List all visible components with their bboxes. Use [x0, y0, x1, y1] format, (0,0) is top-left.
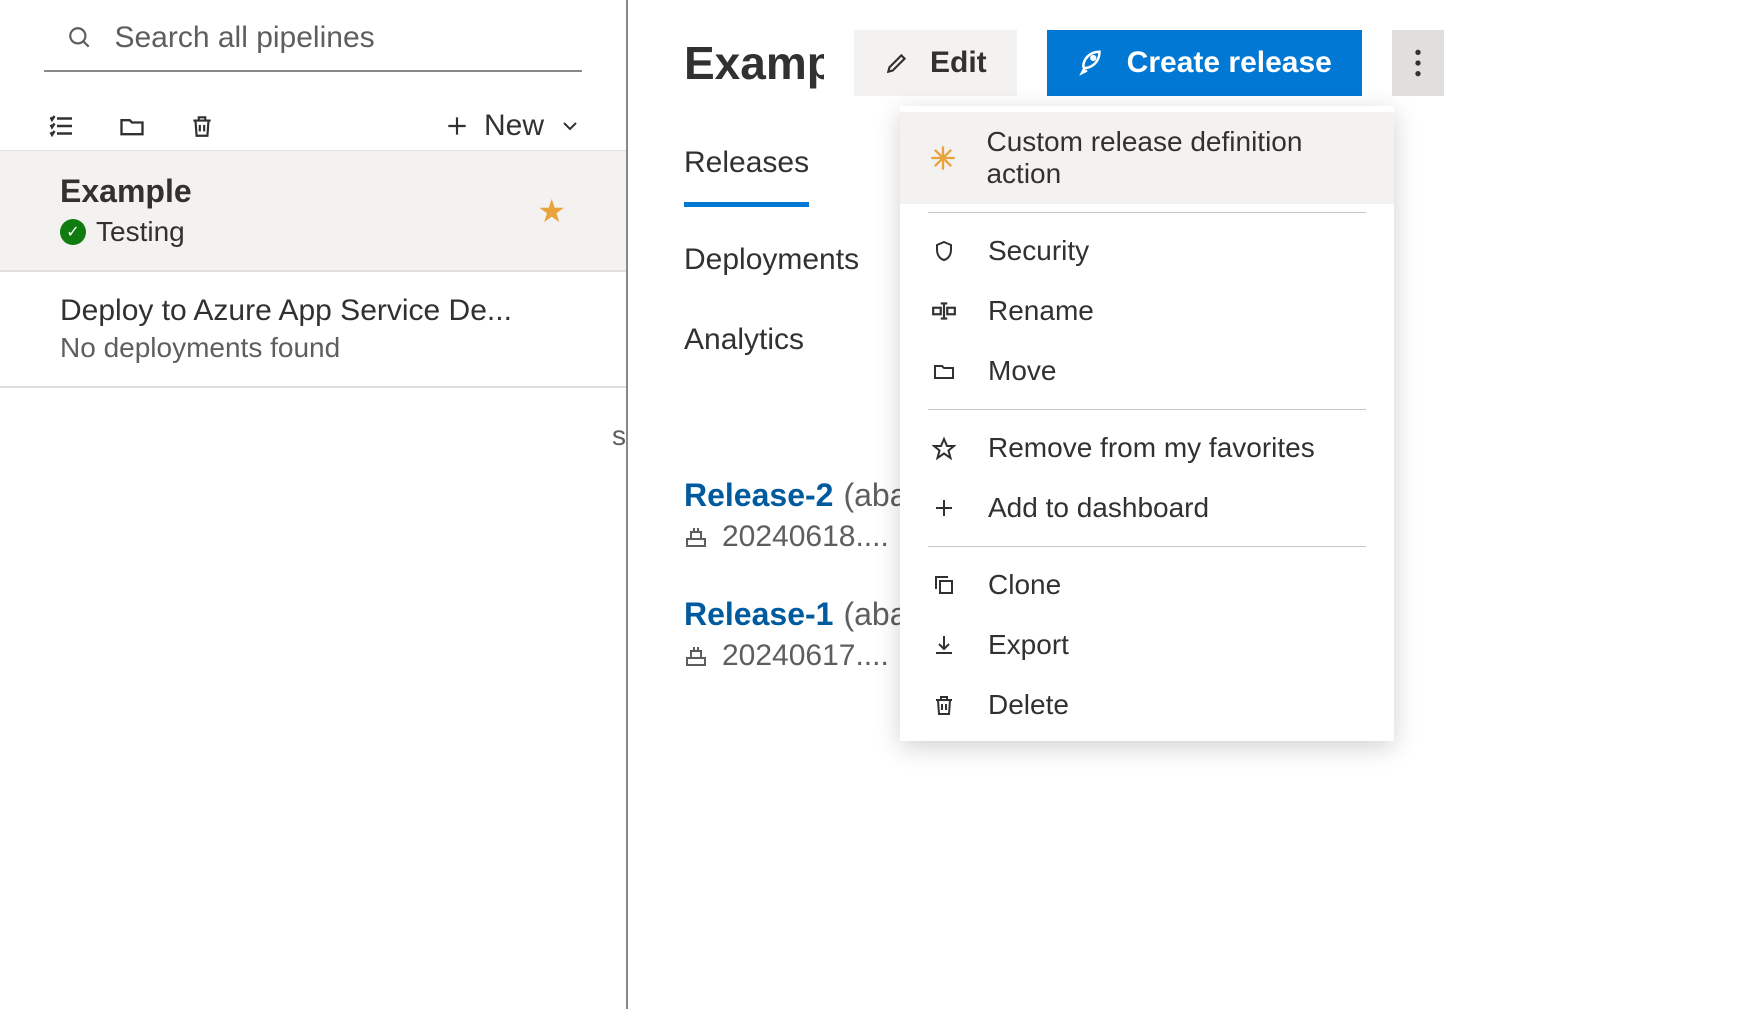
menu-label: Export [988, 629, 1069, 661]
pipeline-sub: No deployments found [60, 332, 582, 364]
pipeline-title: Example [60, 173, 582, 210]
clipped-text: s [612, 420, 626, 452]
pipeline-list: Example ✓ Testing ★ Deploy to Azure App … [0, 151, 626, 388]
menu-item-rename[interactable]: Rename [900, 281, 1394, 341]
menu-item-remove-favorite[interactable]: Remove from my favorites [900, 418, 1394, 478]
search-icon [64, 20, 96, 56]
star-icon [928, 436, 960, 460]
trash-icon[interactable] [184, 108, 220, 144]
menu-divider [928, 546, 1366, 547]
menu-divider [928, 409, 1366, 410]
menu-label: Clone [988, 569, 1061, 601]
pipeline-item-example[interactable]: Example ✓ Testing ★ [0, 151, 626, 272]
trash-icon [928, 693, 960, 717]
create-release-label: Create release [1127, 46, 1332, 80]
release-build: 20240617.... [722, 639, 889, 673]
sparkle-icon [928, 144, 958, 172]
rename-icon [928, 298, 960, 324]
release-link[interactable]: Release-1 [684, 596, 833, 633]
chevron-down-icon [558, 114, 582, 138]
shield-icon [928, 239, 960, 263]
edit-button[interactable]: Edit [854, 30, 1017, 96]
page-title: Exampl [684, 36, 824, 90]
menu-item-move[interactable]: Move [900, 341, 1394, 401]
menu-item-security[interactable]: Security [900, 221, 1394, 281]
header-row: Exampl Edit Create release [684, 30, 1760, 96]
more-actions-button[interactable] [1392, 30, 1444, 96]
build-icon [684, 644, 708, 668]
tab-deployments[interactable]: Deployments [684, 233, 859, 287]
folder-icon [928, 359, 960, 383]
pipeline-title: Deploy to Azure App Service De... [60, 294, 582, 328]
menu-item-delete[interactable]: Delete [900, 675, 1394, 735]
menu-label: Remove from my favorites [988, 432, 1315, 464]
pipeline-status-label: Testing [96, 216, 185, 248]
success-icon: ✓ [60, 219, 86, 245]
menu-label: Delete [988, 689, 1069, 721]
create-release-button[interactable]: Create release [1047, 30, 1362, 96]
context-menu: Custom release definition action Securit… [900, 106, 1394, 741]
pipeline-item-deploy[interactable]: Deploy to Azure App Service De... No dep… [0, 272, 626, 388]
pencil-icon [884, 50, 910, 76]
sidebar-toolbar: New [0, 80, 626, 151]
rocket-icon [1077, 48, 1107, 78]
release-link[interactable]: Release-2 [684, 477, 833, 514]
menu-item-add-dashboard[interactable]: Add to dashboard [900, 478, 1394, 538]
clone-icon [928, 573, 960, 597]
menu-label: Custom release definition action [986, 126, 1366, 190]
tab-releases[interactable]: Releases [684, 136, 809, 207]
new-label: New [484, 109, 544, 143]
new-button[interactable]: New [444, 109, 582, 143]
sidebar: New Example ✓ Testing ★ Deploy to Azure … [0, 0, 628, 1009]
pipeline-status: ✓ Testing [60, 216, 582, 248]
folder-icon[interactable] [114, 108, 150, 144]
menu-divider [928, 212, 1366, 213]
favorite-star-icon[interactable]: ★ [537, 192, 566, 230]
edit-label: Edit [930, 46, 987, 80]
menu-label: Move [988, 355, 1056, 387]
search-input[interactable] [114, 21, 578, 55]
menu-label: Add to dashboard [988, 492, 1209, 524]
search-field[interactable] [44, 10, 582, 72]
menu-label: Security [988, 235, 1089, 267]
release-build: 20240618.... [722, 520, 889, 554]
build-icon [684, 525, 708, 549]
list-view-icon[interactable] [44, 108, 80, 144]
menu-item-custom-action[interactable]: Custom release definition action [900, 112, 1394, 204]
more-icon [1414, 47, 1422, 79]
menu-item-export[interactable]: Export [900, 615, 1394, 675]
menu-label: Rename [988, 295, 1094, 327]
tab-analytics[interactable]: Analytics [684, 313, 804, 367]
plus-icon [928, 496, 960, 520]
menu-item-clone[interactable]: Clone [900, 555, 1394, 615]
download-icon [928, 633, 960, 657]
